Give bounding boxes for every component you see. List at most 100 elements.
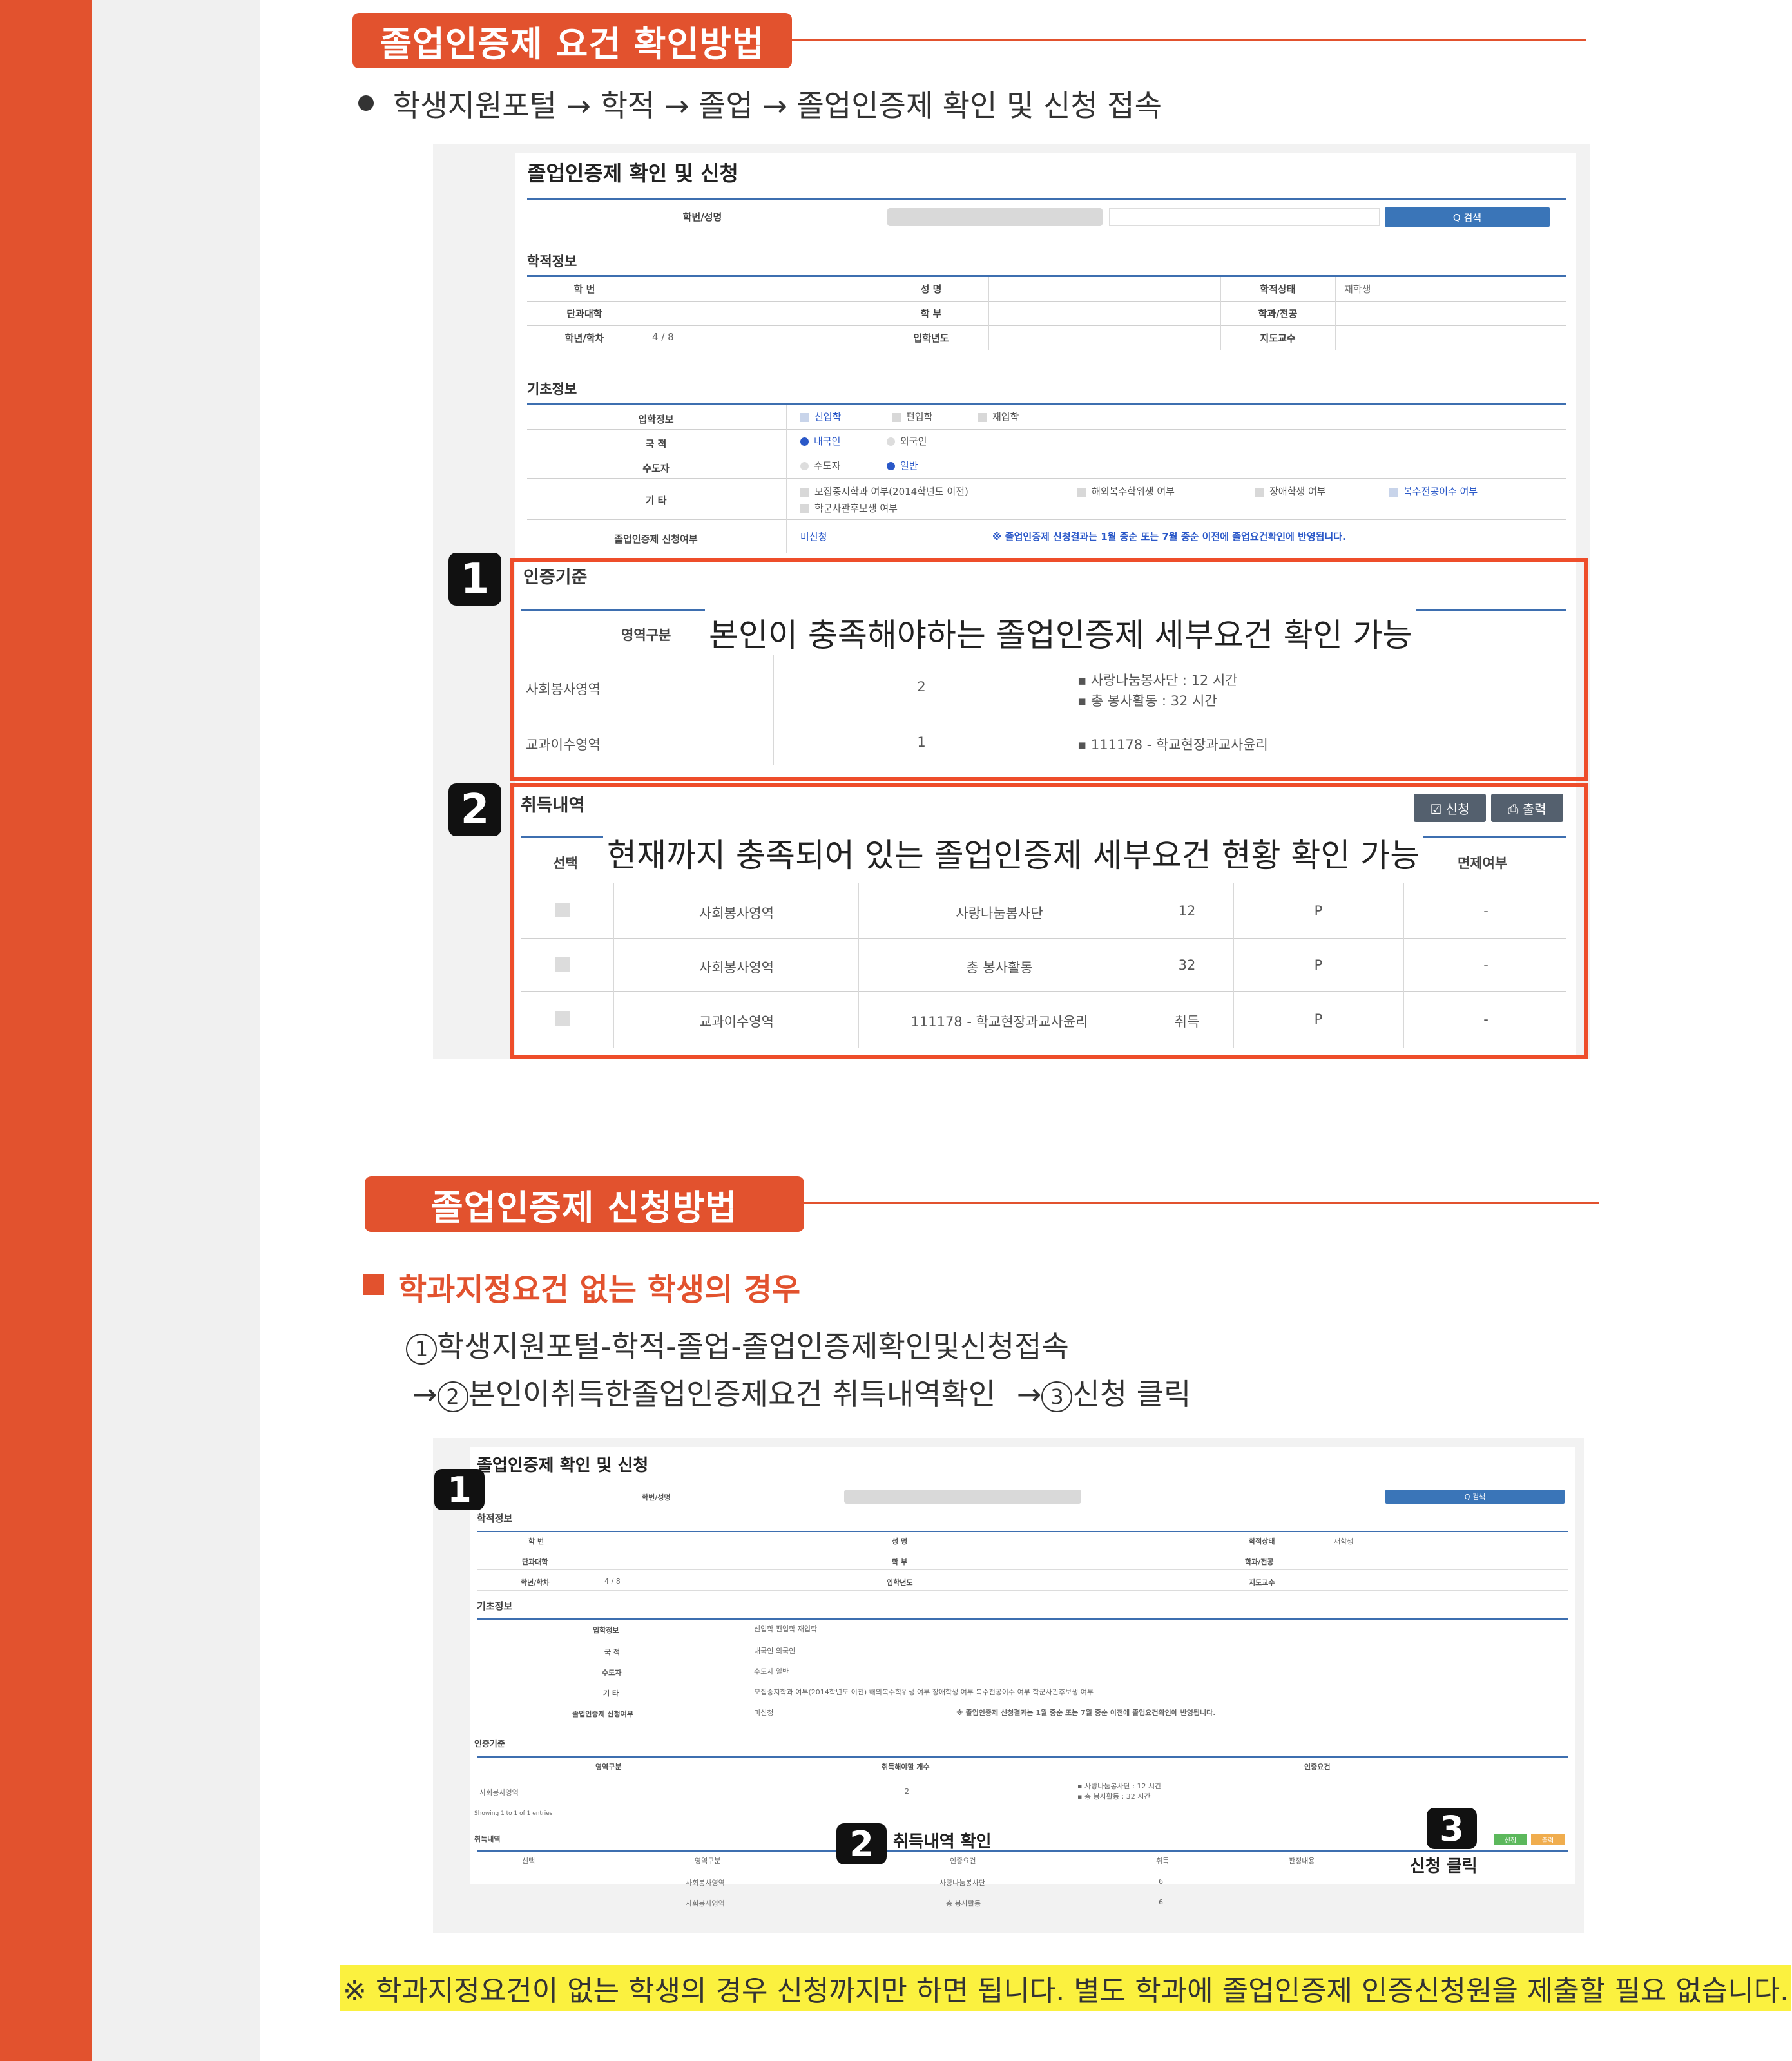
s2-b-etc: 기 타: [603, 1689, 619, 1698]
label-college: 단과대학: [566, 308, 602, 320]
opt-etc-4[interactable]: 복수전공이수 여부: [1389, 484, 1478, 498]
acq-row3-checkbox[interactable]: [555, 1011, 570, 1026]
s2-acq-r2-item: 총 봉사활동: [946, 1899, 981, 1908]
opt-general[interactable]: 일반: [887, 459, 918, 472]
acq-row2-item: 총 봉사활동: [966, 960, 1033, 975]
s2-b-admission-opts[interactable]: 신입학 편입학 재입학: [754, 1624, 817, 1634]
s2-label-name: 성 명: [892, 1537, 908, 1546]
search-input-name[interactable]: [1109, 208, 1380, 226]
basic-row-line: [527, 429, 1566, 430]
label-major: 학과/전공: [1258, 308, 1298, 320]
acq-col-line: [858, 883, 859, 1048]
s2-cert-area: 사회봉사영역: [479, 1788, 519, 1797]
s2-label-entry: 입학년도: [887, 1578, 913, 1587]
screen2-search-label: 학번/성명: [642, 1493, 671, 1502]
label-advisor: 지도교수: [1260, 332, 1296, 344]
s2-cert-col-count: 취득해야할 개수: [882, 1763, 930, 1771]
acq-col-line: [1403, 883, 1404, 1048]
opt-etc-3[interactable]: 장애학생 여부: [1255, 484, 1326, 498]
acq-row1-result: P: [1314, 903, 1323, 919]
cert-row1-area: 사회봉사영역: [526, 682, 601, 697]
apply-button[interactable]: ☑ 신청: [1414, 794, 1486, 822]
label-name: 성 명: [920, 283, 942, 295]
opt-etc-2[interactable]: 해외복수학위생 여부: [1077, 484, 1175, 498]
screen2-title: 졸업인증제 확인 및 신청: [477, 1456, 649, 1475]
cert-row2-count: 1: [917, 734, 926, 750]
s2-acq-r1-area: 사회봉사영역: [686, 1879, 725, 1887]
academic-col-line: [988, 277, 989, 350]
s2-apply-button[interactable]: 신청: [1494, 1834, 1527, 1845]
s2-label-grade: 학년/학차: [521, 1578, 550, 1587]
callout-acq-check: 취득내역 확인: [893, 1832, 992, 1852]
academic-row-line: [527, 325, 1566, 326]
acq-row2-checkbox[interactable]: [555, 957, 570, 972]
label-capital: 수도자: [642, 463, 670, 474]
acq-row1-exempt: -: [1483, 903, 1489, 919]
s2-acq-r1-val: 6: [1159, 1877, 1163, 1886]
opt-domestic[interactable]: 내국인: [800, 434, 840, 448]
search-button[interactable]: Q 검색: [1385, 207, 1550, 227]
academic-line: [527, 275, 1566, 277]
label-etc: 기 타: [645, 495, 667, 506]
value-apply-status: 미신청: [800, 531, 827, 542]
label-nationality: 국 적: [645, 438, 667, 450]
s2-b-nation-opts[interactable]: 내국인 외국인: [754, 1645, 795, 1656]
screen2-search-button[interactable]: Q 검색: [1385, 1490, 1565, 1504]
cert-row2-detail1: ▪ 111178 - 학교현장과교사윤리: [1077, 737, 1268, 753]
s2-b-nation: 국 적: [604, 1648, 621, 1656]
s2-cert-col-req: 인증요건: [1304, 1763, 1331, 1771]
s2-showing: Showing 1 to 1 of 1 entries: [474, 1810, 553, 1817]
opt-admission-readmit[interactable]: 재입학: [978, 410, 1019, 423]
section2-title: 졸업인증제 신청방법: [365, 1176, 804, 1232]
opt-etc-1[interactable]: 모집중지학과 여부(2014학년도 이전): [800, 484, 968, 498]
label-entry-year: 입학년도: [913, 332, 949, 344]
cert-col-area: 영역구분: [621, 628, 671, 643]
step2-text: 본인이취득한졸업인증제요건 취득내역확인: [468, 1377, 996, 1412]
s2-b-capital-opts[interactable]: 수도자 일반: [754, 1666, 789, 1676]
screen2-marker-3: 3: [1427, 1808, 1477, 1849]
step1-text: 학생지원포털-학적-졸업-졸업인증제확인및신청접속: [437, 1329, 1069, 1364]
acq-row2-exempt: -: [1483, 957, 1489, 973]
cert-row1-detail2: ▪ 총 봉사활동 : 32 시간: [1077, 693, 1217, 709]
acq-row1-area: 사회봉사영역: [699, 906, 774, 921]
opt-foreign[interactable]: 외국인: [887, 434, 927, 448]
s2-label-college: 단과대학: [522, 1558, 548, 1566]
s2-acq-line: [477, 1850, 1568, 1852]
screen2-search-input[interactable]: [844, 1490, 1081, 1504]
s2-acq-col-req: 인증요건: [950, 1857, 976, 1865]
search-input[interactable]: [887, 208, 1103, 226]
s2-acq-r2-val: 6: [1159, 1898, 1163, 1906]
acq-row1-item: 사랑나눔봉사단: [956, 906, 1043, 921]
academic-col-line: [1220, 277, 1221, 350]
acq-col-line: [1233, 883, 1234, 1048]
search-label: 학번/성명: [682, 211, 722, 223]
basic-title: 기초정보: [527, 381, 577, 397]
print-button[interactable]: ⎙ 출력: [1491, 794, 1563, 822]
step1-circle: 1: [406, 1333, 437, 1365]
s2-label-status: 학적상태: [1249, 1537, 1275, 1546]
s2-cert-detail2: ▪ 총 봉사활동 : 32 시간: [1077, 1792, 1151, 1801]
opt-admission-new[interactable]: 신입학: [800, 410, 841, 423]
s2-b-note: ※ 졸업인증제 신청결과는 1월 중순 또는 7월 중순 이전에 졸업요건확인에…: [956, 1709, 1216, 1717]
acq-overlay: 현재까지 충족되어 있는 졸업인증제 세부요건 현황 확인 가능: [603, 830, 1424, 876]
label-faculty: 학 부: [920, 308, 942, 320]
s2-b-etc-opts[interactable]: 모집중지학과 여부(2014학년도 이전) 해외복수학위생 여부 장애학생 여부…: [754, 1687, 1094, 1697]
basic-row-line: [527, 519, 1566, 520]
acq-row1-checkbox[interactable]: [555, 903, 570, 917]
arrow-2: →: [1016, 1377, 1042, 1412]
opt-capital[interactable]: 수도자: [800, 459, 840, 472]
s2-row-line: [477, 1569, 1568, 1570]
cert-title: 인증기준: [523, 568, 588, 588]
s2-cert-line: [477, 1756, 1568, 1758]
section2-subhead: 학과지정요건 없는 학생의 경우: [398, 1272, 801, 1308]
acq-row3-exempt: -: [1483, 1011, 1489, 1027]
academic-col-line: [1335, 277, 1336, 350]
left-accent-bar: [0, 0, 92, 2061]
basic-line: [527, 403, 1566, 405]
bullet-dot: [358, 95, 374, 111]
opt-etc-5[interactable]: 학군사관후보생 여부: [800, 501, 898, 515]
screen2-basic-title: 기초정보: [477, 1600, 513, 1612]
acq-row2-area: 사회봉사영역: [699, 960, 774, 975]
opt-admission-transfer[interactable]: 편입학: [892, 410, 932, 423]
s2-print-button[interactable]: 출력: [1531, 1834, 1565, 1845]
